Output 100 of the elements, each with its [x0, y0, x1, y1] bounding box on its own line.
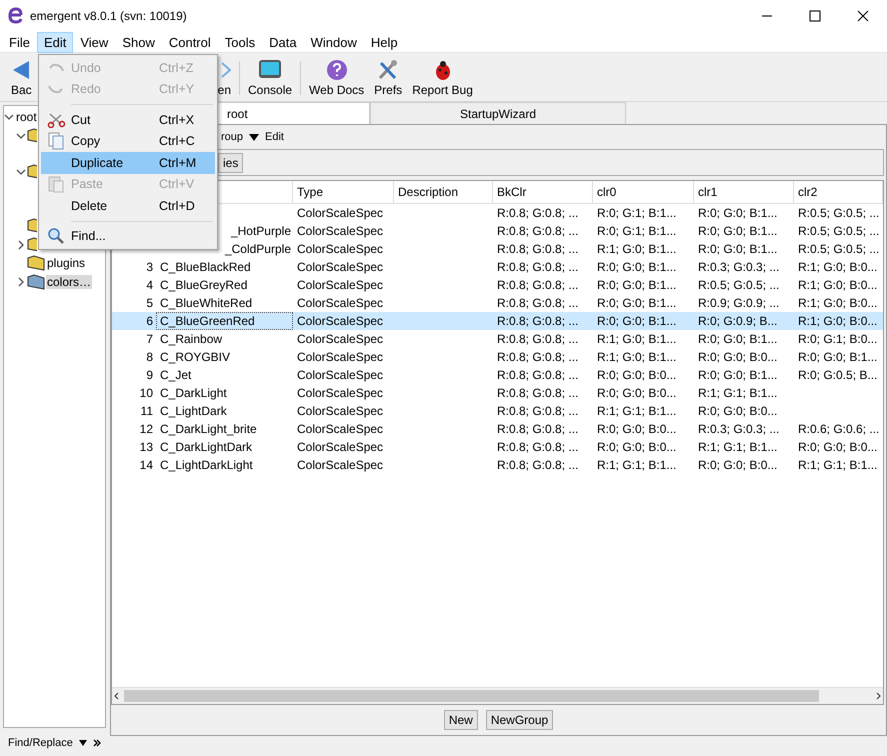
table-cell: R:0; G:0.9; B... — [698, 314, 778, 328]
table-cell: R:1; G:1; B:1... — [698, 440, 778, 454]
table-cell: R:0; G:1; B:1... — [597, 206, 676, 220]
table-cell: ColorScaleSpec — [297, 206, 384, 220]
table-cell: ColorScaleSpec — [297, 242, 384, 256]
table-cell: R:0; G:0; B:1... — [597, 260, 676, 274]
table-cell: R:0; G:1; B:0... — [798, 332, 878, 346]
table-cell: R:0; G:0; B:1... — [698, 332, 778, 346]
table-cell: R:0; G:0; B:1... — [698, 242, 778, 256]
table-cell: R:0; G:0; B:1... — [698, 206, 778, 220]
table-cell: R:0.8; G:0.8; ... — [497, 386, 578, 400]
table-cell: R:0.3; G:0.3; ... — [698, 422, 780, 436]
table-cell: C_DarkLight — [160, 386, 227, 400]
table-cell: R:1; G:0; B:0... — [798, 296, 878, 310]
table-cell: R:0; G:0; B:1... — [597, 296, 676, 310]
table-cell: R:1; G:1; B:1... — [597, 458, 676, 472]
table-cell: ColorScaleSpec — [297, 386, 384, 400]
table-cell: ColorScaleSpec — [297, 368, 384, 382]
table-cell: R:0.8; G:0.8; ... — [497, 278, 578, 292]
table-cell: R:0.8; G:0.8; ... — [497, 332, 578, 346]
row-number: 3 — [146, 260, 153, 274]
table-cell: ColorScaleSpec — [297, 422, 384, 436]
table-cell: ColorScaleSpec — [297, 458, 384, 472]
table-cell: R:0; G:0; B:0... — [698, 350, 778, 364]
table-cell: R:0.8; G:0.8; ... — [497, 242, 578, 256]
row-number: 7 — [146, 332, 153, 346]
table-cell: R:1; G:0; B:0... — [798, 278, 878, 292]
table-cell: R:0; G:0; B:0... — [798, 440, 878, 454]
table-cell: R:1; G:0; B:1... — [597, 242, 676, 256]
row-number: 8 — [146, 350, 153, 364]
table-cell: R:0; G:0; B:1... — [798, 350, 878, 364]
row-number: 4 — [146, 278, 153, 292]
table-cell: R:0.9; G:0.9; ... — [698, 296, 780, 310]
table-cell: R:0.8; G:0.8; ... — [497, 206, 578, 220]
table-cell: ColorScaleSpec — [297, 260, 384, 274]
table-cell: R:0; G:0; B:0... — [597, 440, 676, 454]
row-number: 11 — [140, 404, 153, 418]
table-cell: ColorScaleSpec — [297, 440, 384, 454]
table-cell: R:0.3; G:0.3; ... — [698, 260, 780, 274]
row-number: 14 — [140, 458, 153, 472]
table-cell: R:0; G:0.5; B... — [798, 368, 878, 382]
table-cell: R:1; G:1; B:1... — [798, 458, 878, 472]
table-cell: ColorScaleSpec — [297, 350, 384, 364]
table-cell: R:1; G:1; B:1... — [597, 404, 676, 418]
table-cell: R:0.5; G:0.5; ... — [798, 224, 880, 238]
row-number: 12 — [140, 422, 153, 436]
row-number: 6 — [146, 314, 153, 328]
window-title: emergent v8.0.1 (svn: 10019) — [30, 9, 188, 23]
table-cell: R:1; G:0; B:0... — [798, 260, 878, 274]
table-cell: ColorScaleSpec — [297, 332, 384, 346]
table-cell: R:0.5; G:0.5; ... — [798, 242, 880, 256]
table-cell: R:0; G:0; B:0... — [698, 404, 778, 418]
table-cell: R:0.8; G:0.8; ... — [497, 260, 578, 274]
row-number: 5 — [146, 296, 153, 310]
row-number: 9 — [146, 368, 153, 382]
table-cell: R:0; G:0; B:0... — [698, 458, 778, 472]
table-cell: R:0.8; G:0.8; ... — [497, 314, 578, 328]
table-cell: R:0; G:0; B:0... — [597, 368, 676, 382]
table-cell: C_LightDark — [160, 404, 227, 418]
table-cell: C_BlueWhiteRed — [160, 296, 252, 310]
table-cell: R:0; G:0; B:1... — [597, 314, 676, 328]
table-cell: R:0; G:0; B:0... — [597, 386, 676, 400]
table-cell: R:0; G:0; B:1... — [698, 368, 778, 382]
table-cell: ColorScaleSpec — [297, 314, 384, 328]
table-cell: R:0.8; G:0.8; ... — [497, 368, 578, 382]
table-cell: R:1; G:0; B:0... — [798, 314, 878, 328]
table-cell: R:1; G:0; B:1... — [597, 332, 676, 346]
table-cell: C_BlueBlackRed — [160, 260, 251, 274]
table-cell: R:0.8; G:0.8; ... — [497, 224, 578, 238]
table-cell: R:0; G:0; B:0... — [597, 422, 676, 436]
table-cell: R:0.8; G:0.8; ... — [497, 350, 578, 364]
table-cell: C_BlueGreenRed — [160, 314, 255, 328]
table-cell: C_DarkLightDark — [160, 440, 252, 454]
table-cell: R:0; G:0; B:1... — [698, 224, 778, 238]
table-cell: R:0.6; G:0.6; ... — [798, 422, 880, 436]
table-cell: R:0.8; G:0.8; ... — [497, 440, 578, 454]
table-cell: R:0; G:1; B:1... — [597, 224, 676, 238]
table-cell: R:0.8; G:0.8; ... — [497, 404, 578, 418]
table-cell: R:0.5; G:0.5; ... — [798, 206, 880, 220]
row-number: 10 — [140, 386, 153, 400]
table-cell: R:0.8; G:0.8; ... — [497, 458, 578, 472]
table-cell: R:0.5; G:0.5; ... — [698, 278, 780, 292]
table-cell: ColorScaleSpec — [297, 278, 384, 292]
table-cell: ColorScaleSpec — [297, 296, 384, 310]
table-cell: ColorScaleSpec — [297, 224, 384, 238]
row-number: 13 — [140, 440, 153, 454]
table-cell: R:1; G:1; B:1... — [698, 386, 778, 400]
table-cell: R:1; G:0; B:1... — [597, 350, 676, 364]
table-cell: _ColdPurple — [224, 242, 291, 256]
table-cell: _HotPurple — [230, 224, 291, 238]
table-cell: C_Rainbow — [160, 332, 222, 346]
table-cell: ColorScaleSpec — [297, 404, 384, 418]
table-cell: C_Jet — [160, 368, 192, 382]
table-cell: C_BlueGreyRed — [160, 278, 248, 292]
table-cell: C_ROYGBIV — [160, 350, 230, 364]
table-cell: R:0; G:0; B:1... — [597, 278, 676, 292]
table-cell: R:0.8; G:0.8; ... — [497, 296, 578, 310]
table-cell: C_DarkLight_brite — [160, 422, 257, 436]
table-cell: C_LightDarkLight — [160, 458, 253, 472]
table-cell: R:0.8; G:0.8; ... — [497, 422, 578, 436]
